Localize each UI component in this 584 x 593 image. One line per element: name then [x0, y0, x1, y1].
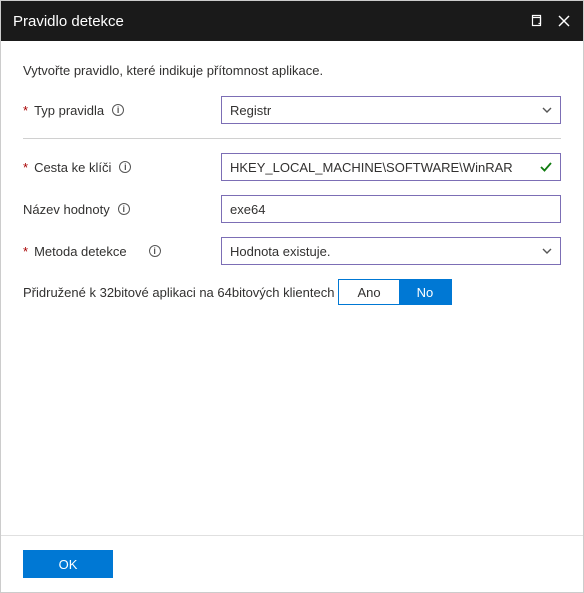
key-path-label-text: Cesta ke klíči — [34, 160, 111, 175]
panel-header: Pravidlo detekce — [1, 1, 583, 41]
row-method: * Metoda detekce i Hodnota existuje. — [23, 237, 561, 265]
row-key-path: * Cesta ke klíči i HKEY_LOCAL_MACHINE\SO… — [23, 153, 561, 181]
rule-type-label-text: Typ pravidla — [34, 103, 104, 118]
key-path-field[interactable]: HKEY_LOCAL_MACHINE\SOFTWARE\WinRAR — [221, 153, 561, 181]
method-label-text: Metoda detekce — [34, 244, 127, 259]
method-field[interactable]: Hodnota existuje. — [221, 237, 561, 265]
info-icon[interactable]: i — [118, 203, 130, 215]
label-method: * Metoda detekce i — [23, 244, 221, 259]
restore-icon[interactable] — [529, 14, 543, 28]
close-icon[interactable] — [557, 14, 571, 28]
key-path-input[interactable]: HKEY_LOCAL_MACHINE\SOFTWARE\WinRAR — [221, 153, 561, 181]
value-name-input[interactable]: exe64 — [221, 195, 561, 223]
panel-body: Vytvořte pravidlo, které indikuje přítom… — [1, 41, 583, 535]
value-name-label-text: Název hodnoty — [23, 202, 110, 217]
row-value-name: Název hodnoty i exe64 — [23, 195, 561, 223]
method-value: Hodnota existuje. — [230, 244, 330, 259]
rule-type-select[interactable]: Registr — [221, 96, 561, 124]
toggle-label: Přidružené k 32bitové aplikaci na 64bito… — [23, 285, 334, 300]
required-marker: * — [23, 160, 28, 175]
instruction-text: Vytvořte pravidlo, které indikuje přítom… — [23, 63, 561, 78]
method-select[interactable]: Hodnota existuje. — [221, 237, 561, 265]
toggle-yes[interactable]: Ano — [339, 280, 398, 304]
row-rule-type: * Typ pravidla i Registr — [23, 96, 561, 124]
toggle-no[interactable]: No — [399, 280, 452, 304]
required-marker: * — [23, 244, 28, 259]
required-marker: * — [23, 103, 28, 118]
yes-no-toggle[interactable]: Ano No — [338, 279, 452, 305]
info-icon[interactable]: i — [119, 161, 131, 173]
label-value-name: Název hodnoty i — [23, 202, 221, 217]
detection-rule-panel: Pravidlo detekce Vytvořte pravidlo, kter… — [0, 0, 584, 593]
row-32bit-toggle: Přidružené k 32bitové aplikaci na 64bito… — [23, 279, 561, 305]
panel-title: Pravidlo detekce — [13, 13, 529, 30]
key-path-value: HKEY_LOCAL_MACHINE\SOFTWARE\WinRAR — [230, 160, 513, 175]
chevron-down-icon — [541, 104, 553, 116]
chevron-down-icon — [541, 245, 553, 257]
label-key-path: * Cesta ke klíči i — [23, 160, 221, 175]
label-rule-type: * Typ pravidla i — [23, 103, 221, 118]
ok-button[interactable]: OK — [23, 550, 113, 578]
value-name-value: exe64 — [230, 202, 265, 217]
section-divider — [23, 138, 561, 139]
info-icon[interactable]: i — [149, 245, 161, 257]
panel-footer: OK — [1, 535, 583, 592]
rule-type-field[interactable]: Registr — [221, 96, 561, 124]
info-icon[interactable]: i — [112, 104, 124, 116]
value-name-field[interactable]: exe64 — [221, 195, 561, 223]
valid-check-icon — [539, 160, 553, 174]
header-controls — [529, 14, 571, 28]
rule-type-value: Registr — [230, 103, 271, 118]
